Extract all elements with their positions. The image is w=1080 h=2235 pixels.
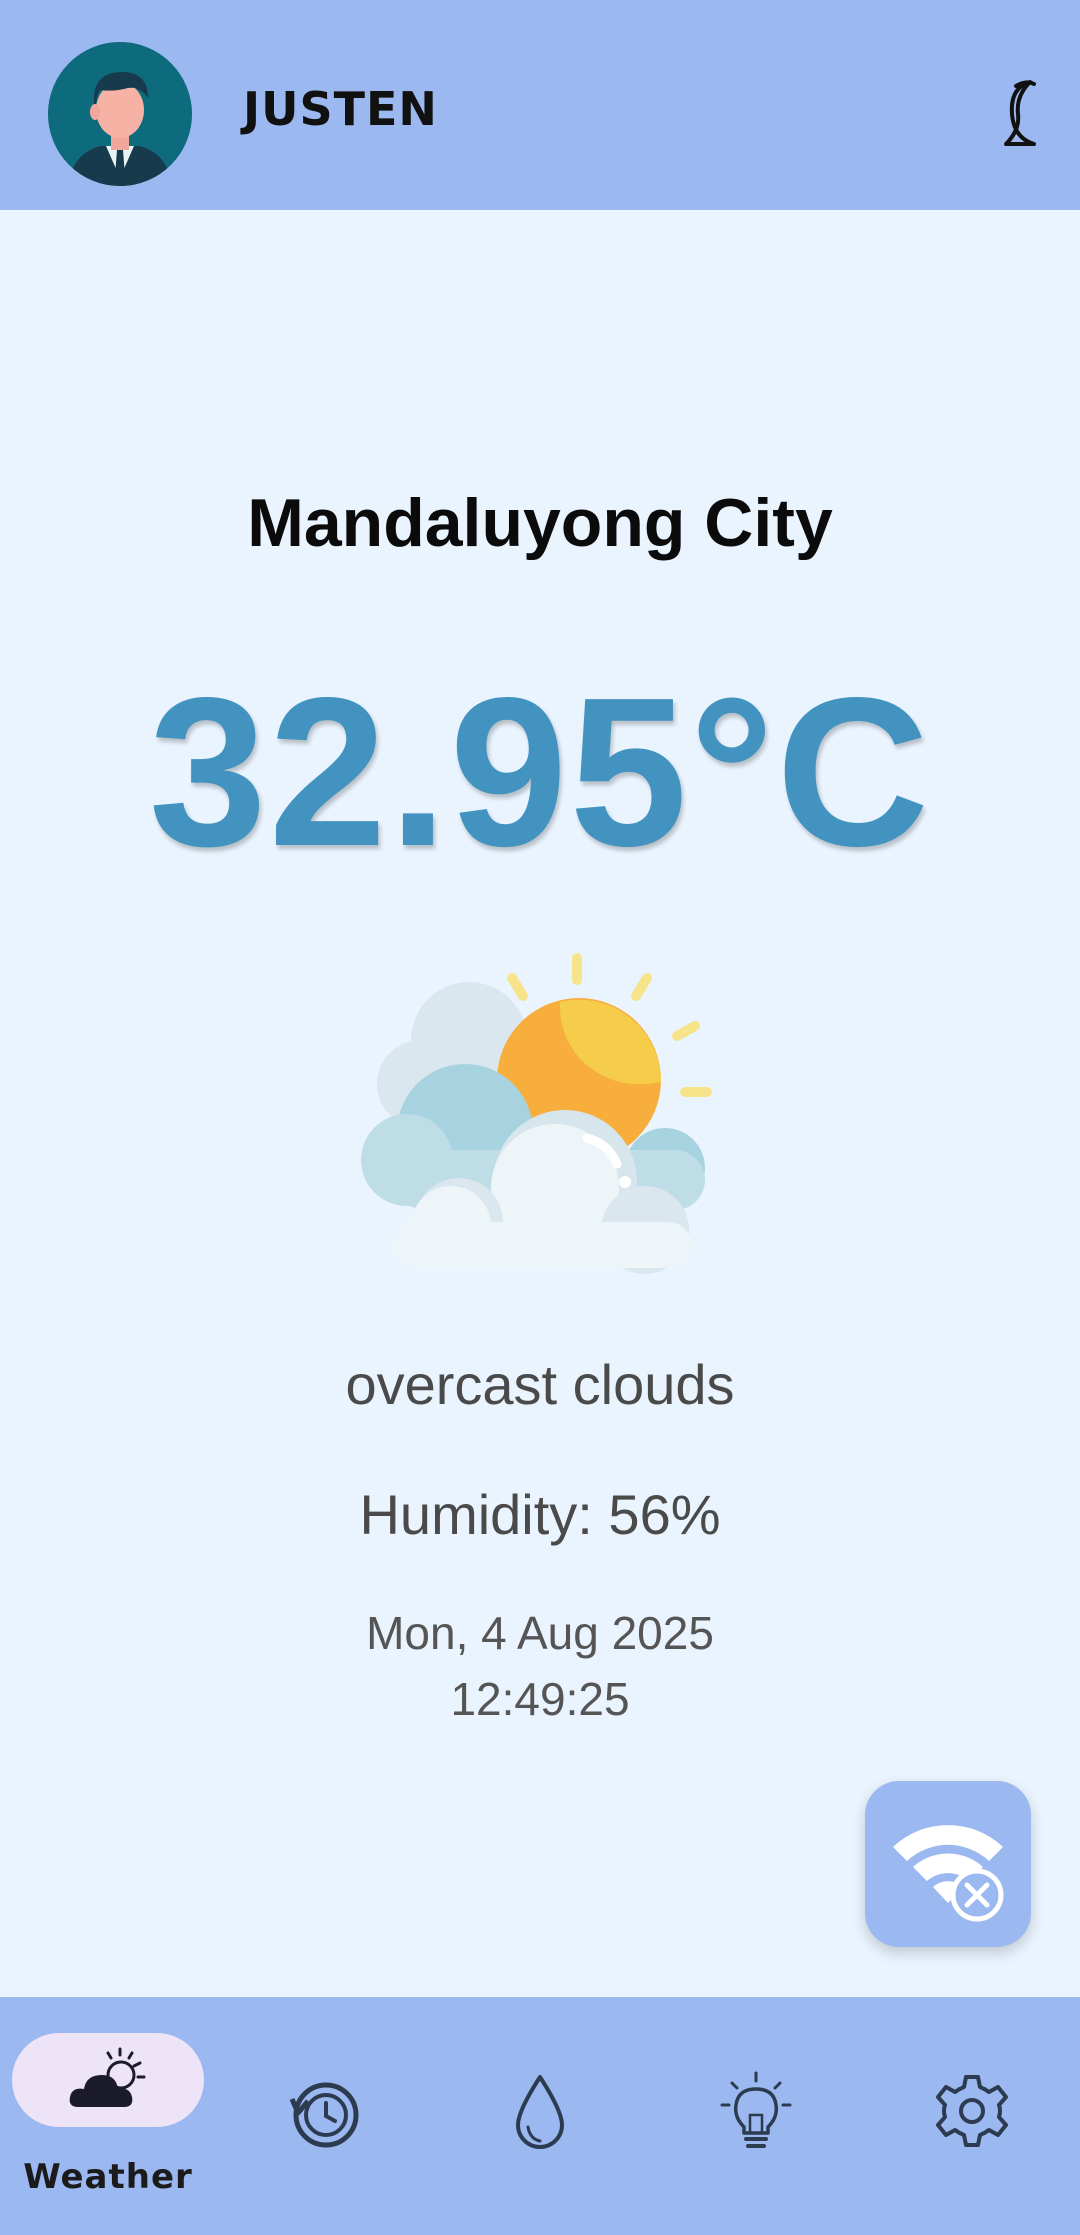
nav-label-weather: Weather <box>23 2157 193 2197</box>
sun-behind-clouds-icon <box>355 950 725 1280</box>
current-time: 12:49:25 <box>450 1673 630 1725</box>
wifi-off-icon <box>893 1825 1004 1922</box>
businessman-avatar-icon <box>48 42 192 186</box>
nav-item-humidity[interactable] <box>432 1997 648 2235</box>
weather-app: JUSTEN Mandaluyong City 32.95°C overcast… <box>0 0 1080 2235</box>
gear-icon <box>936 2075 1008 2147</box>
city-name: Mandaluyong City <box>247 485 833 561</box>
bottom-navigation: Weather <box>0 1997 1080 2235</box>
weather-description: overcast clouds <box>345 1353 735 1416</box>
nav-item-weather[interactable]: Weather <box>0 1997 216 2235</box>
water-drop-icon <box>516 2075 564 2149</box>
username: JUSTEN <box>243 82 438 136</box>
history-icon <box>289 2082 359 2148</box>
humidity-readout: Humidity: 56% <box>359 1483 721 1546</box>
nav-item-tips[interactable] <box>648 1997 864 2235</box>
cloud-sun-icon <box>69 2047 146 2107</box>
nav-item-settings[interactable] <box>864 1997 1080 2235</box>
wifi-off-button[interactable] <box>865 1781 1031 1947</box>
theme-toggle-button[interactable] <box>990 70 1050 160</box>
crescent-moon-icon <box>1004 80 1036 146</box>
temperature-readout: 32.95°C <box>148 653 932 890</box>
lightbulb-icon <box>720 2071 792 2148</box>
avatar[interactable] <box>48 42 192 186</box>
current-date: Mon, 4 Aug 2025 <box>366 1607 714 1659</box>
nav-item-history[interactable] <box>216 1997 432 2235</box>
app-header: JUSTEN <box>0 0 1080 210</box>
